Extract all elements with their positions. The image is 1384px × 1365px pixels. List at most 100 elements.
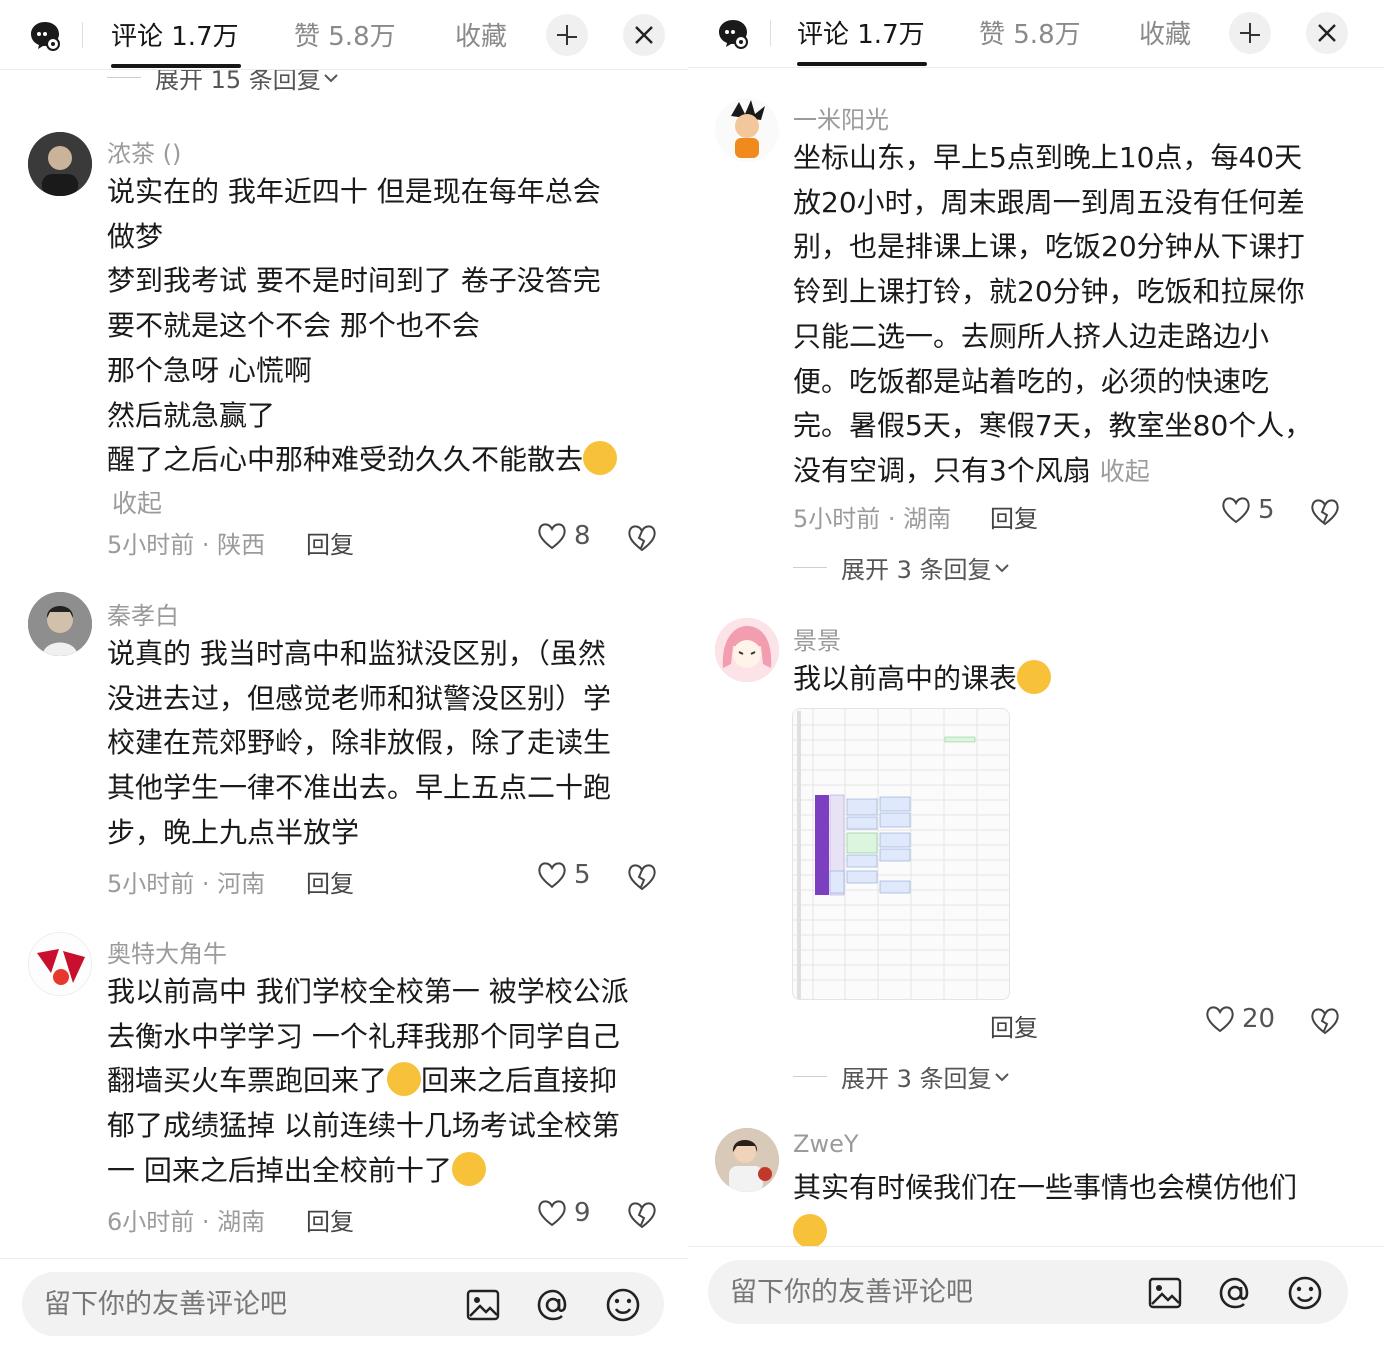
comment-text: 说实在的 我年近四十 但是现在每年总会 做梦 梦到我考试 要不是时间到了 卷子没…	[107, 170, 667, 483]
heart-icon	[1206, 1006, 1234, 1033]
image-icon[interactable]	[1146, 1274, 1184, 1312]
broken-heart-icon[interactable]	[626, 1200, 658, 1230]
tab-comments[interactable]: 评论 1.7万	[111, 16, 239, 53]
user-avatar-image	[28, 132, 92, 196]
broken-heart-icon[interactable]	[1309, 497, 1341, 527]
reply-button[interactable]: 回复	[306, 864, 354, 899]
image-icon[interactable]	[464, 1286, 502, 1324]
like-button[interactable]: 20	[1204, 1004, 1275, 1034]
like-button[interactable]: 8	[536, 521, 591, 551]
user-avatar-image	[715, 98, 779, 162]
reply-button[interactable]: 回复	[990, 499, 1038, 534]
collapse-link[interactable]: 收起	[112, 484, 162, 520]
tab-likes[interactable]: 赞 5.8万	[979, 14, 1081, 51]
right-comment-panel: 一米阳光 坐标山东，早上5点到晚上10点，每40天 放20小时，周末跟周一到周五…	[688, 0, 1384, 1365]
comment-composer	[0, 1258, 688, 1365]
comment-body: 其实有时候我们在一些事情也会模仿他们	[793, 1171, 1298, 1204]
chat-settings-icon[interactable]	[716, 16, 750, 50]
broken-heart-icon[interactable]	[1309, 1006, 1341, 1036]
comment-header: 评论 1.7万 赞 5.8万 收藏	[688, 0, 1384, 68]
divider	[82, 22, 83, 48]
close-button[interactable]	[1306, 12, 1348, 54]
comment-text: 坐标山东，早上5点到晚上10点，每40天 放20小时，周末跟周一到周五没有任何差…	[793, 136, 1353, 495]
left-comment-panel: 展开 15 条回复 浓茶 () 说实在的 我年近四十 但是现在每年总会 做梦 梦…	[0, 0, 688, 1365]
comment-text: 其实有时候我们在一些事情也会模仿他们	[793, 1166, 1353, 1255]
expand-replies-label: 展开 3 条回复	[841, 1065, 992, 1093]
heart-icon	[538, 862, 566, 889]
minimize-arrows-icon	[557, 25, 577, 45]
username[interactable]: 景景	[793, 621, 841, 656]
like-button[interactable]: 5	[1220, 495, 1275, 525]
mention-icon[interactable]	[534, 1286, 572, 1324]
comment-header: 评论 1.7万 赞 5.8万 收藏	[0, 0, 688, 70]
comment-input-container[interactable]	[22, 1272, 664, 1336]
like-button[interactable]: 9	[536, 1198, 591, 1228]
avatar[interactable]	[28, 932, 92, 996]
emoji-icon[interactable]	[1286, 1274, 1324, 1312]
heart-icon	[1222, 497, 1250, 524]
comment-body: 坐标山东，早上5点到晚上10点，每40天 放20小时，周末跟周一到周五没有任何差…	[793, 141, 1313, 487]
avatar[interactable]	[715, 1128, 779, 1192]
mention-icon[interactable]	[1216, 1274, 1254, 1312]
comment-list[interactable]: 展开 15 条回复 浓茶 () 说实在的 我年近四十 但是现在每年总会 做梦 梦…	[0, 0, 688, 1365]
crying-laughing-emoji-icon	[451, 1151, 486, 1186]
expand-replies-button[interactable]: 展开 3 条回复	[793, 1059, 1012, 1094]
reply-button[interactable]: 回复	[306, 1202, 354, 1237]
tab-comments[interactable]: 评论 1.7万	[797, 14, 925, 51]
username[interactable]: 秦孝白	[107, 596, 179, 631]
tab-favorites[interactable]: 收藏	[455, 16, 507, 53]
username[interactable]: 浓茶 ()	[107, 134, 181, 169]
chevron-down-icon	[994, 1072, 1009, 1081]
user-avatar-image	[28, 592, 92, 656]
crying-laughing-emoji-icon	[387, 1062, 422, 1097]
close-button[interactable]	[623, 14, 665, 56]
avatar[interactable]	[28, 132, 92, 196]
reply-button[interactable]: 回复	[990, 1008, 1038, 1043]
like-count: 20	[1242, 1004, 1276, 1034]
comment-list[interactable]: 一米阳光 坐标山东，早上5点到晚上10点，每40天 放20小时，周末跟周一到周五…	[688, 0, 1384, 1365]
broken-heart-icon[interactable]	[626, 523, 658, 553]
expand-replies-button[interactable]: 展开 3 条回复	[793, 550, 1012, 585]
username[interactable]: ZweY	[793, 1130, 859, 1158]
avatar[interactable]	[715, 618, 779, 682]
crying-laughing-emoji-icon	[1017, 660, 1052, 694]
expand-replies-label: 展开 3 条回复	[841, 556, 992, 584]
collapse-button[interactable]	[546, 14, 588, 56]
time-location: 5小时前 · 湖南	[793, 505, 952, 533]
timetable-picture	[793, 709, 1009, 999]
chevron-down-icon	[324, 73, 338, 82]
comment-input[interactable]	[44, 1282, 424, 1326]
tab-favorites[interactable]: 收藏	[1139, 14, 1191, 51]
avatar[interactable]	[715, 98, 779, 162]
time-location: 5小时前 · 河南	[107, 870, 266, 898]
avatar[interactable]	[28, 592, 92, 656]
crying-laughing-emoji-icon	[793, 1213, 827, 1248]
like-count: 5	[574, 860, 591, 890]
like-button[interactable]: 5	[536, 860, 591, 890]
timetable-image[interactable]	[792, 708, 1010, 1000]
comment-input-container[interactable]	[708, 1260, 1348, 1324]
username[interactable]: 奥特大角牛	[107, 934, 227, 969]
active-tab-indicator	[111, 64, 241, 68]
divider	[793, 1076, 827, 1077]
yawn-emoji-icon	[583, 441, 618, 476]
broken-heart-icon[interactable]	[626, 862, 658, 892]
active-tab-indicator	[797, 62, 927, 66]
emoji-icon[interactable]	[604, 1286, 642, 1324]
heart-icon	[538, 1200, 566, 1227]
minimize-arrows-icon	[1240, 23, 1260, 43]
comment-text: 我以前高中的课表	[793, 657, 1353, 702]
user-avatar-image	[29, 933, 91, 995]
comment-composer	[688, 1246, 1384, 1354]
collapse-button[interactable]	[1229, 12, 1271, 54]
comment-text: 我以前高中 我们学校全校第一 被学校公派 去衡水中学学习 一个礼拜我那个同学自己…	[107, 970, 667, 1194]
comment-input[interactable]	[730, 1270, 1110, 1314]
collapse-link[interactable]: 收起	[1100, 457, 1150, 486]
tab-likes[interactable]: 赞 5.8万	[294, 16, 396, 53]
divider	[107, 77, 141, 78]
divider	[770, 20, 771, 46]
divider	[793, 567, 827, 568]
chat-settings-icon[interactable]	[28, 18, 62, 52]
username[interactable]: 一米阳光	[793, 100, 889, 135]
reply-button[interactable]: 回复	[306, 525, 354, 560]
